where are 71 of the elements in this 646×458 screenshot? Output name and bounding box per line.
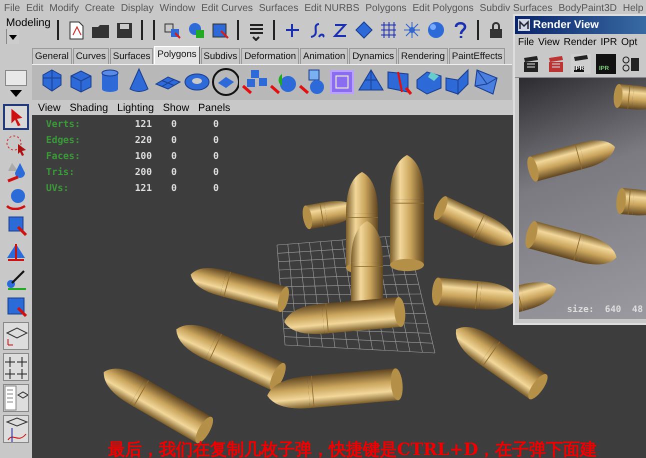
mode-dropdown[interactable]: Modeling	[6, 16, 51, 44]
hud-value: 121	[134, 119, 152, 130]
menu-item[interactable]: Window	[156, 2, 198, 14]
hud-value: 121	[134, 183, 152, 194]
window-title: Render View	[533, 19, 599, 31]
shelf-tab[interactable]: Dynamics	[349, 48, 398, 64]
hud-value: 0	[212, 167, 220, 178]
hud-value: 0	[212, 151, 220, 162]
hud-value: 0	[170, 183, 178, 194]
menu-item[interactable]: Render	[564, 37, 596, 48]
hud-value: 0	[170, 151, 178, 162]
select-tool-button[interactable]	[3, 104, 29, 130]
panel-menu-item[interactable]: Lighting	[117, 102, 154, 114]
hud-value: 100	[134, 151, 152, 162]
hud-value: 0	[170, 135, 178, 146]
panel-menu-item[interactable]: Show	[162, 102, 190, 114]
hud-value: 0	[170, 119, 178, 130]
hud-value: 0	[212, 135, 220, 146]
hud-value: 0	[212, 119, 220, 130]
hud-label: Faces:	[46, 151, 82, 162]
shelf-tab[interactable]: Subdivs	[200, 48, 240, 64]
hud-value: 200	[134, 167, 152, 178]
shelf-tab[interactable]: General	[32, 48, 72, 64]
menu-item[interactable]: Edit Polygons	[410, 2, 477, 14]
menu-item[interactable]: Surfaces	[256, 2, 302, 14]
panel-menu-item[interactable]: View	[38, 102, 61, 114]
menu-item[interactable]: IPR	[600, 37, 618, 48]
shelf-tab[interactable]: Polygons	[154, 46, 200, 64]
caption-text: 最后，我们在复制几枚子弹，快捷键是CTRL+D，在子弹下面建	[108, 439, 598, 458]
four-view-layout-icon[interactable]	[3, 353, 29, 381]
graph-layout-icon[interactable]	[3, 415, 29, 443]
hud-label: Edges:	[46, 135, 82, 146]
bullet-drawing	[614, 84, 646, 110]
menu-item[interactable]: Modify	[46, 2, 82, 14]
hud-label: UVs:	[46, 183, 70, 194]
outliner-layout-icon[interactable]	[3, 384, 29, 412]
menu-item[interactable]: Create	[82, 2, 118, 14]
hud-value: 220	[134, 135, 152, 146]
shelf-tab[interactable]: Surfaces	[110, 48, 154, 64]
shelf-tab[interactable]: Deformation	[241, 48, 300, 64]
diamond-icon[interactable]	[352, 19, 375, 41]
menu-item[interactable]: Help	[620, 2, 646, 14]
shelf-tab[interactable]: PaintEffects	[448, 48, 506, 64]
menu-item[interactable]: Edit	[23, 2, 46, 14]
menu-item[interactable]: View	[538, 37, 560, 48]
ringed-plane-icon[interactable]	[210, 66, 239, 98]
hud-label: Tris:	[46, 167, 76, 178]
menu-item[interactable]: File	[518, 37, 534, 48]
hud-label: Verts:	[46, 119, 82, 130]
app-logo-icon	[517, 18, 531, 32]
panel-menu-item[interactable]: Panels	[198, 102, 230, 114]
menu-item[interactable]: Opt	[621, 37, 638, 48]
shelf-tab[interactable]: Rendering	[398, 48, 448, 64]
render-settings-icon[interactable]	[621, 54, 641, 74]
shelf-tab[interactable]: Curves	[72, 48, 109, 64]
menu-item[interactable]: File	[1, 2, 24, 14]
image-size-label: size: 640 48	[567, 305, 643, 315]
rotate-tool-icon[interactable]	[4, 186, 28, 210]
menu-item[interactable]: Subdiv Surfaces	[476, 2, 556, 14]
single-view-layout-icon[interactable]	[3, 322, 29, 350]
panel-menu-item[interactable]: Shading	[70, 102, 108, 114]
down-arrow-icon[interactable]	[9, 88, 23, 98]
bullet-drawing	[616, 188, 646, 216]
shelf-tab[interactable]: Animation	[300, 48, 348, 64]
menu-item[interactable]: Edit Curves	[198, 2, 256, 14]
menu-item[interactable]: Display	[118, 2, 157, 14]
menu-item[interactable]: BodyPaint3D	[556, 2, 620, 14]
menu-item[interactable]: Polygons	[362, 2, 410, 14]
menu-item[interactable]: Edit NURBS	[301, 2, 362, 14]
hud-value: 0	[212, 183, 220, 194]
hud-value: 0	[170, 167, 178, 178]
